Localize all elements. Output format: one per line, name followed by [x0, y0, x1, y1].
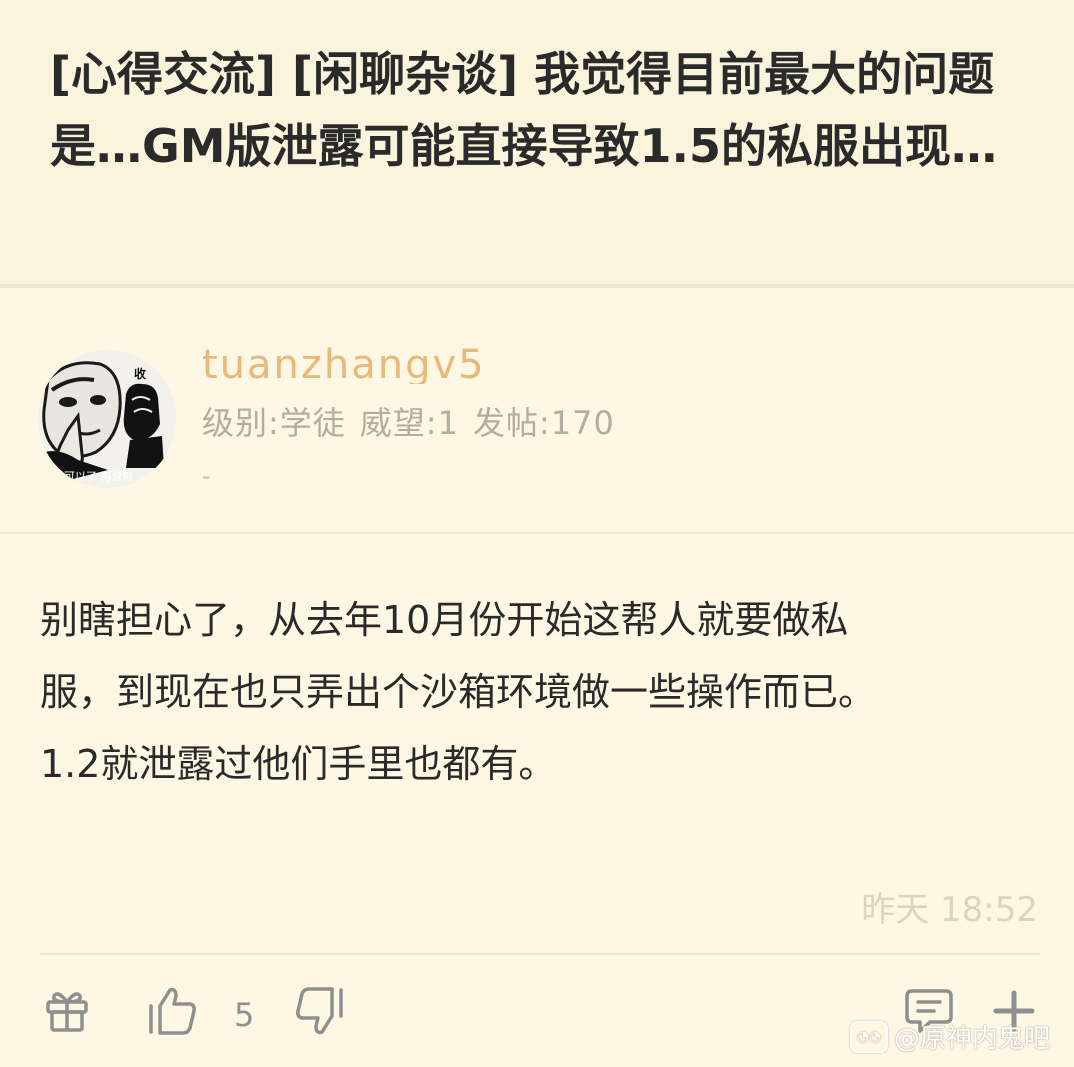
- author-meta: 级别:学徒 威望:1 发帖:170: [202, 398, 615, 444]
- like-button[interactable]: [144, 985, 200, 1037]
- author-post-count: 发帖:170: [472, 404, 615, 442]
- watermark: ◔◔ @原神内鬼吧: [850, 1018, 1050, 1055]
- author-signature: -: [202, 462, 211, 490]
- thumbs-down-icon: [296, 987, 343, 1035]
- divider: [40, 953, 1040, 955]
- author-prestige: 威望:1: [359, 404, 459, 442]
- post-title: [心得交流] [闲聊杂谈] 我觉得目前最大的问题是…GM版泄露可能直接导致1.5…: [50, 47, 998, 173]
- tieba-logo-icon: ◔◔: [850, 1020, 888, 1053]
- avatar-caption-top: 收: [134, 366, 146, 381]
- author-level: 级别:学徒: [202, 404, 346, 442]
- author-section: 收 可以了 再说就 tuanzhangv5 级别:学徒 威望:1 发帖:170 -: [0, 292, 1074, 534]
- post-content: 别瞎担心了，从去年10月份开始这帮人就要做私 服，到现在也只弄出个沙箱环境做一些…: [40, 584, 1040, 800]
- title-section: [心得交流] [闲聊杂谈] 我觉得目前最大的问题是…GM版泄露可能直接导致1.5…: [0, 0, 1074, 288]
- content-line: 别瞎担心了，从去年10月份开始这帮人就要做私: [40, 598, 849, 642]
- post-timestamp: 昨天 18:52: [861, 890, 1038, 930]
- thumbs-up-icon: [149, 987, 196, 1035]
- like-count: 5: [234, 996, 255, 1034]
- avatar-caption-bottom: 可以了 再说就: [64, 469, 134, 483]
- content-line: 服，到现在也只弄出个沙箱环境做一些操作而已。: [40, 670, 877, 714]
- content-line: 1.2就泄露过他们手里也都有。: [40, 742, 557, 786]
- author-username[interactable]: tuanzhangv5: [202, 342, 486, 384]
- gift-icon: [46, 992, 88, 1032]
- watermark-text: @原神内鬼吧: [894, 1024, 1051, 1054]
- avatar-meme-image: 收 可以了 再说就: [38, 350, 176, 488]
- avatar[interactable]: 收 可以了 再说就: [38, 350, 176, 488]
- dislike-button[interactable]: [292, 985, 348, 1037]
- gift-button[interactable]: [42, 985, 92, 1037]
